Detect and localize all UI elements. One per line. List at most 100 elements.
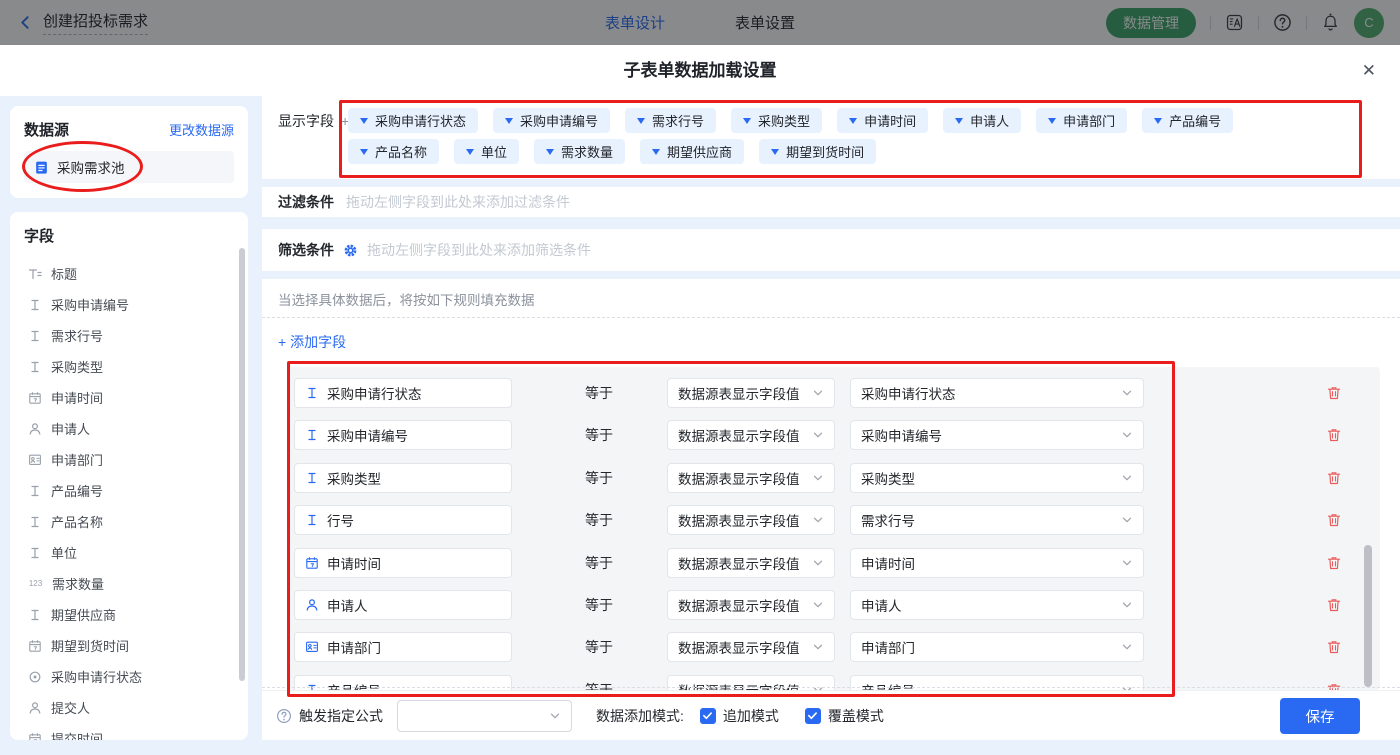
sidebar-field-item[interactable]: 采购类型 bbox=[24, 351, 234, 382]
rule-source-select[interactable]: 数据源表显示字段值 bbox=[667, 505, 835, 535]
field-label: 提交人 bbox=[51, 698, 90, 717]
department-icon bbox=[28, 453, 42, 467]
sidebar-field-item[interactable]: 申请部门 bbox=[24, 444, 234, 475]
chevron-down-icon bbox=[812, 641, 824, 653]
sidebar-field-item[interactable]: 采购申请行状态 bbox=[24, 661, 234, 692]
trash-icon[interactable] bbox=[1326, 385, 1342, 401]
rule-source-select[interactable]: 数据源表显示字段值 bbox=[667, 378, 835, 408]
chips-row-1: 采购申请行状态 采购申请编号 需求行号 采购类型 申请时间 申请人 申请部门 产… bbox=[348, 108, 1233, 133]
sidebar-field-item[interactable]: 123需求数量 bbox=[24, 568, 234, 599]
display-field-chip[interactable]: 申请时间 bbox=[837, 108, 928, 133]
sidebar-field-item[interactable]: 采购申请编号 bbox=[24, 289, 234, 320]
add-field-link[interactable]: + 添加字段 bbox=[278, 332, 346, 352]
sidebar-field-item[interactable]: 需求行号 bbox=[24, 320, 234, 351]
rule-target-select[interactable]: 采购申请行状态 bbox=[850, 378, 1144, 408]
rules-scrollbar[interactable] bbox=[1364, 545, 1372, 687]
trash-icon[interactable] bbox=[1326, 639, 1342, 655]
sidebar-scrollbar[interactable] bbox=[239, 248, 245, 681]
chevron-down-icon bbox=[812, 429, 824, 441]
display-field-chip[interactable]: 采购类型 bbox=[731, 108, 822, 133]
chip-label: 产品名称 bbox=[375, 142, 427, 161]
display-field-chip[interactable]: 单位 bbox=[454, 139, 519, 164]
sidebar-field-item[interactable]: 产品编号 bbox=[24, 475, 234, 506]
checkbox-checked-icon[interactable] bbox=[700, 708, 716, 724]
rule-field-box[interactable]: 行号 bbox=[294, 505, 512, 535]
rule-field-box[interactable]: 采购申请编号 bbox=[294, 420, 512, 450]
rule-target-select[interactable]: 需求行号 bbox=[850, 505, 1144, 535]
rule-target-select[interactable]: 申请部门 bbox=[850, 632, 1144, 662]
chip-dropdown-icon bbox=[1048, 118, 1056, 124]
text-icon bbox=[28, 546, 42, 560]
rule-target-select[interactable]: 申请人 bbox=[850, 590, 1144, 620]
filter-conditions-section[interactable]: 过滤条件 拖动左侧字段到此处来添加过滤条件 bbox=[262, 187, 1400, 217]
sidebar-field-item[interactable]: 标题 bbox=[24, 258, 234, 289]
rule-field-box[interactable]: 采购类型 bbox=[294, 463, 512, 493]
sidebar-field-item[interactable]: 期望供应商 bbox=[24, 599, 234, 630]
chevron-down-icon bbox=[1121, 599, 1133, 611]
field-label: 产品编号 bbox=[51, 481, 103, 500]
display-field-chip[interactable]: 采购申请行状态 bbox=[348, 108, 478, 133]
rule-operator: 等于 bbox=[564, 420, 634, 450]
display-field-chip[interactable]: 采购申请编号 bbox=[493, 108, 610, 133]
calendar-icon bbox=[305, 556, 319, 570]
display-field-chip[interactable]: 申请人 bbox=[943, 108, 1021, 133]
trash-icon[interactable] bbox=[1326, 555, 1342, 571]
rule-operator: 等于 bbox=[564, 505, 634, 535]
sidebar-field-item[interactable]: 申请人 bbox=[24, 413, 234, 444]
trash-icon[interactable] bbox=[1326, 470, 1342, 486]
rule-field-box[interactable]: 申请部门 bbox=[294, 632, 512, 662]
rule-field-label: 申请人 bbox=[327, 595, 368, 615]
modal-backdrop bbox=[0, 0, 1400, 45]
trash-icon[interactable] bbox=[1326, 427, 1342, 443]
rule-field-box[interactable]: 申请人 bbox=[294, 590, 512, 620]
rule-target-select[interactable]: 采购类型 bbox=[850, 463, 1144, 493]
rule-source-select[interactable]: 数据源表显示字段值 bbox=[667, 548, 835, 578]
rule-target-select[interactable]: 采购申请编号 bbox=[850, 420, 1144, 450]
display-field-chip[interactable]: 申请部门 bbox=[1036, 108, 1127, 133]
rule-source-select[interactable]: 数据源表显示字段值 bbox=[667, 463, 835, 493]
display-field-chip[interactable]: 产品名称 bbox=[348, 139, 439, 164]
display-field-chip[interactable]: 期望到货时间 bbox=[759, 139, 876, 164]
sidebar-field-item[interactable]: 期望到货时间 bbox=[24, 630, 234, 661]
datasource-item[interactable]: 采购需求池 bbox=[24, 151, 234, 183]
modal-footer: 触发指定公式 数据添加模式: 追加模式 覆盖模式 保存 bbox=[262, 690, 1400, 740]
rule-operator: 等于 bbox=[564, 378, 634, 408]
sieve-conditions-section[interactable]: 筛选条件 拖动左侧字段到此处来添加筛选条件 bbox=[262, 229, 1400, 271]
checkbox-checked-icon[interactable] bbox=[805, 708, 821, 724]
person-icon bbox=[305, 598, 319, 612]
rule-field-box[interactable]: 申请时间 bbox=[294, 548, 512, 578]
rule-source-select[interactable]: 数据源表显示字段值 bbox=[667, 590, 835, 620]
field-label: 采购申请编号 bbox=[51, 295, 129, 314]
append-mode-option[interactable]: 追加模式 bbox=[700, 706, 779, 726]
person-icon bbox=[28, 422, 42, 436]
sidebar-field-item[interactable]: 申请时间 bbox=[24, 382, 234, 413]
sidebar-field-item[interactable]: 单位 bbox=[24, 537, 234, 568]
rule-source-select[interactable]: 数据源表显示字段值 bbox=[667, 632, 835, 662]
chip-label: 申请人 bbox=[970, 111, 1009, 130]
field-label: 期望到货时间 bbox=[51, 636, 129, 655]
trash-icon[interactable] bbox=[1326, 682, 1342, 690]
trash-icon[interactable] bbox=[1326, 512, 1342, 528]
sidebar-field-item[interactable]: 提交人 bbox=[24, 692, 234, 723]
sidebar-field-item[interactable]: 提交时间 bbox=[24, 723, 234, 740]
display-field-chip[interactable]: 需求数量 bbox=[534, 139, 625, 164]
sieve-conditions-label: 筛选条件 bbox=[278, 240, 334, 260]
close-icon[interactable]: ✕ bbox=[1362, 45, 1376, 96]
formula-select[interactable] bbox=[397, 700, 572, 732]
display-field-chip[interactable]: 产品编号 bbox=[1142, 108, 1233, 133]
change-datasource-link[interactable]: 更改数据源 bbox=[169, 120, 234, 139]
rule-field-box[interactable]: 采购申请行状态 bbox=[294, 378, 512, 408]
chip-label: 采购类型 bbox=[758, 111, 810, 130]
display-field-chip[interactable]: 需求行号 bbox=[625, 108, 716, 133]
rule-source-select[interactable]: 数据源表显示字段值 bbox=[667, 420, 835, 450]
gear-icon[interactable] bbox=[343, 243, 358, 258]
chip-label: 需求行号 bbox=[652, 111, 704, 130]
help-circle-icon[interactable] bbox=[276, 708, 292, 724]
sidebar-field-item[interactable]: 产品名称 bbox=[24, 506, 234, 537]
trash-icon[interactable] bbox=[1326, 597, 1342, 613]
rule-operator: 等于 bbox=[564, 548, 634, 578]
rule-target-select[interactable]: 申请时间 bbox=[850, 548, 1144, 578]
overwrite-mode-option[interactable]: 覆盖模式 bbox=[805, 706, 884, 726]
save-button[interactable]: 保存 bbox=[1280, 698, 1360, 734]
display-field-chip[interactable]: 期望供应商 bbox=[640, 139, 744, 164]
